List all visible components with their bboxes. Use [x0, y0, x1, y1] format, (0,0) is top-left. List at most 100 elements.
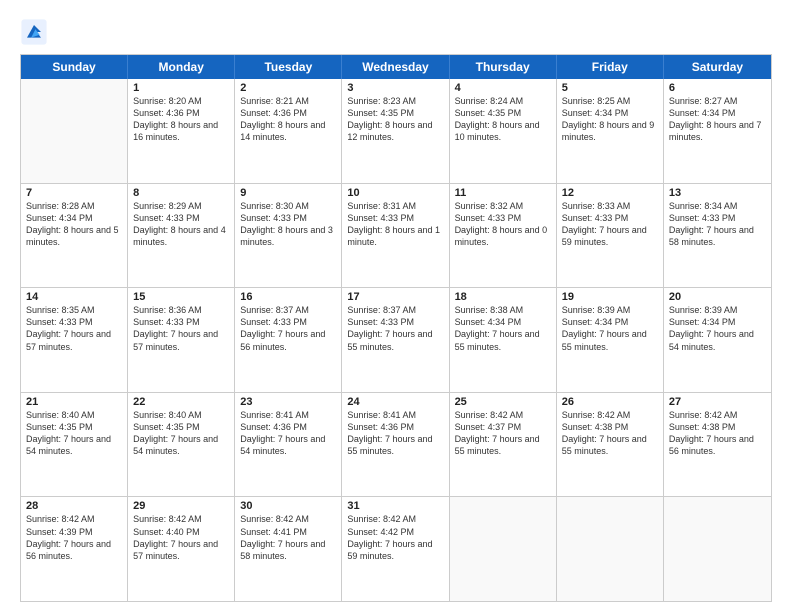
day-cell-31: 31Sunrise: 8:42 AMSunset: 4:42 PMDayligh… — [342, 497, 449, 601]
day-cell-7: 7Sunrise: 8:28 AMSunset: 4:34 PMDaylight… — [21, 184, 128, 288]
day-info: Sunrise: 8:35 AMSunset: 4:33 PMDaylight:… — [26, 304, 122, 353]
day-cell-25: 25Sunrise: 8:42 AMSunset: 4:37 PMDayligh… — [450, 393, 557, 497]
header-day-wednesday: Wednesday — [342, 55, 449, 79]
day-cell-11: 11Sunrise: 8:32 AMSunset: 4:33 PMDayligh… — [450, 184, 557, 288]
day-cell-14: 14Sunrise: 8:35 AMSunset: 4:33 PMDayligh… — [21, 288, 128, 392]
header-day-tuesday: Tuesday — [235, 55, 342, 79]
day-cell-4: 4Sunrise: 8:24 AMSunset: 4:35 PMDaylight… — [450, 79, 557, 183]
empty-cell — [664, 497, 771, 601]
day-number: 7 — [26, 187, 122, 199]
empty-cell — [21, 79, 128, 183]
day-info: Sunrise: 8:42 AMSunset: 4:37 PMDaylight:… — [455, 409, 551, 458]
day-number: 2 — [240, 82, 336, 94]
header-day-friday: Friday — [557, 55, 664, 79]
day-number: 19 — [562, 291, 658, 303]
day-cell-6: 6Sunrise: 8:27 AMSunset: 4:34 PMDaylight… — [664, 79, 771, 183]
day-number: 13 — [669, 187, 766, 199]
day-info: Sunrise: 8:38 AMSunset: 4:34 PMDaylight:… — [455, 304, 551, 353]
day-cell-20: 20Sunrise: 8:39 AMSunset: 4:34 PMDayligh… — [664, 288, 771, 392]
day-number: 8 — [133, 187, 229, 199]
logo-icon — [20, 18, 48, 46]
day-info: Sunrise: 8:33 AMSunset: 4:33 PMDaylight:… — [562, 200, 658, 249]
day-info: Sunrise: 8:39 AMSunset: 4:34 PMDaylight:… — [562, 304, 658, 353]
header-day-thursday: Thursday — [450, 55, 557, 79]
day-info: Sunrise: 8:42 AMSunset: 4:41 PMDaylight:… — [240, 513, 336, 562]
day-number: 5 — [562, 82, 658, 94]
day-cell-28: 28Sunrise: 8:42 AMSunset: 4:39 PMDayligh… — [21, 497, 128, 601]
calendar-row-2: 7Sunrise: 8:28 AMSunset: 4:34 PMDaylight… — [21, 183, 771, 288]
header-day-saturday: Saturday — [664, 55, 771, 79]
day-info: Sunrise: 8:42 AMSunset: 4:39 PMDaylight:… — [26, 513, 122, 562]
day-cell-15: 15Sunrise: 8:36 AMSunset: 4:33 PMDayligh… — [128, 288, 235, 392]
day-info: Sunrise: 8:37 AMSunset: 4:33 PMDaylight:… — [240, 304, 336, 353]
day-info: Sunrise: 8:36 AMSunset: 4:33 PMDaylight:… — [133, 304, 229, 353]
day-cell-3: 3Sunrise: 8:23 AMSunset: 4:35 PMDaylight… — [342, 79, 449, 183]
day-info: Sunrise: 8:37 AMSunset: 4:33 PMDaylight:… — [347, 304, 443, 353]
day-cell-17: 17Sunrise: 8:37 AMSunset: 4:33 PMDayligh… — [342, 288, 449, 392]
day-info: Sunrise: 8:32 AMSunset: 4:33 PMDaylight:… — [455, 200, 551, 249]
day-info: Sunrise: 8:41 AMSunset: 4:36 PMDaylight:… — [347, 409, 443, 458]
logo — [20, 18, 52, 46]
header — [20, 18, 772, 46]
day-number: 15 — [133, 291, 229, 303]
day-info: Sunrise: 8:30 AMSunset: 4:33 PMDaylight:… — [240, 200, 336, 249]
day-cell-29: 29Sunrise: 8:42 AMSunset: 4:40 PMDayligh… — [128, 497, 235, 601]
day-number: 12 — [562, 187, 658, 199]
day-number: 18 — [455, 291, 551, 303]
day-number: 22 — [133, 396, 229, 408]
day-number: 28 — [26, 500, 122, 512]
day-cell-8: 8Sunrise: 8:29 AMSunset: 4:33 PMDaylight… — [128, 184, 235, 288]
calendar-row-5: 28Sunrise: 8:42 AMSunset: 4:39 PMDayligh… — [21, 496, 771, 601]
day-cell-16: 16Sunrise: 8:37 AMSunset: 4:33 PMDayligh… — [235, 288, 342, 392]
day-info: Sunrise: 8:21 AMSunset: 4:36 PMDaylight:… — [240, 95, 336, 144]
day-info: Sunrise: 8:20 AMSunset: 4:36 PMDaylight:… — [133, 95, 229, 144]
empty-cell — [557, 497, 664, 601]
day-info: Sunrise: 8:42 AMSunset: 4:40 PMDaylight:… — [133, 513, 229, 562]
day-info: Sunrise: 8:41 AMSunset: 4:36 PMDaylight:… — [240, 409, 336, 458]
day-info: Sunrise: 8:27 AMSunset: 4:34 PMDaylight:… — [669, 95, 766, 144]
day-info: Sunrise: 8:25 AMSunset: 4:34 PMDaylight:… — [562, 95, 658, 144]
day-cell-30: 30Sunrise: 8:42 AMSunset: 4:41 PMDayligh… — [235, 497, 342, 601]
day-cell-19: 19Sunrise: 8:39 AMSunset: 4:34 PMDayligh… — [557, 288, 664, 392]
day-cell-2: 2Sunrise: 8:21 AMSunset: 4:36 PMDaylight… — [235, 79, 342, 183]
day-number: 23 — [240, 396, 336, 408]
day-cell-27: 27Sunrise: 8:42 AMSunset: 4:38 PMDayligh… — [664, 393, 771, 497]
day-number: 9 — [240, 187, 336, 199]
day-cell-22: 22Sunrise: 8:40 AMSunset: 4:35 PMDayligh… — [128, 393, 235, 497]
day-info: Sunrise: 8:28 AMSunset: 4:34 PMDaylight:… — [26, 200, 122, 249]
day-info: Sunrise: 8:31 AMSunset: 4:33 PMDaylight:… — [347, 200, 443, 249]
calendar-row-3: 14Sunrise: 8:35 AMSunset: 4:33 PMDayligh… — [21, 287, 771, 392]
day-number: 21 — [26, 396, 122, 408]
day-info: Sunrise: 8:29 AMSunset: 4:33 PMDaylight:… — [133, 200, 229, 249]
day-cell-21: 21Sunrise: 8:40 AMSunset: 4:35 PMDayligh… — [21, 393, 128, 497]
day-info: Sunrise: 8:34 AMSunset: 4:33 PMDaylight:… — [669, 200, 766, 249]
day-info: Sunrise: 8:42 AMSunset: 4:38 PMDaylight:… — [562, 409, 658, 458]
day-cell-9: 9Sunrise: 8:30 AMSunset: 4:33 PMDaylight… — [235, 184, 342, 288]
day-number: 6 — [669, 82, 766, 94]
empty-cell — [450, 497, 557, 601]
day-number: 26 — [562, 396, 658, 408]
calendar-row-1: 1Sunrise: 8:20 AMSunset: 4:36 PMDaylight… — [21, 79, 771, 183]
day-number: 16 — [240, 291, 336, 303]
day-number: 29 — [133, 500, 229, 512]
day-info: Sunrise: 8:24 AMSunset: 4:35 PMDaylight:… — [455, 95, 551, 144]
day-cell-5: 5Sunrise: 8:25 AMSunset: 4:34 PMDaylight… — [557, 79, 664, 183]
day-number: 25 — [455, 396, 551, 408]
day-number: 27 — [669, 396, 766, 408]
day-number: 14 — [26, 291, 122, 303]
day-cell-10: 10Sunrise: 8:31 AMSunset: 4:33 PMDayligh… — [342, 184, 449, 288]
header-day-sunday: Sunday — [21, 55, 128, 79]
day-info: Sunrise: 8:42 AMSunset: 4:42 PMDaylight:… — [347, 513, 443, 562]
day-number: 24 — [347, 396, 443, 408]
day-cell-26: 26Sunrise: 8:42 AMSunset: 4:38 PMDayligh… — [557, 393, 664, 497]
header-day-monday: Monday — [128, 55, 235, 79]
day-cell-23: 23Sunrise: 8:41 AMSunset: 4:36 PMDayligh… — [235, 393, 342, 497]
calendar-body: 1Sunrise: 8:20 AMSunset: 4:36 PMDaylight… — [21, 79, 771, 601]
day-cell-1: 1Sunrise: 8:20 AMSunset: 4:36 PMDaylight… — [128, 79, 235, 183]
calendar-header: SundayMondayTuesdayWednesdayThursdayFrid… — [21, 55, 771, 79]
page: SundayMondayTuesdayWednesdayThursdayFrid… — [0, 0, 792, 612]
day-number: 11 — [455, 187, 551, 199]
day-cell-12: 12Sunrise: 8:33 AMSunset: 4:33 PMDayligh… — [557, 184, 664, 288]
day-cell-18: 18Sunrise: 8:38 AMSunset: 4:34 PMDayligh… — [450, 288, 557, 392]
day-info: Sunrise: 8:40 AMSunset: 4:35 PMDaylight:… — [26, 409, 122, 458]
